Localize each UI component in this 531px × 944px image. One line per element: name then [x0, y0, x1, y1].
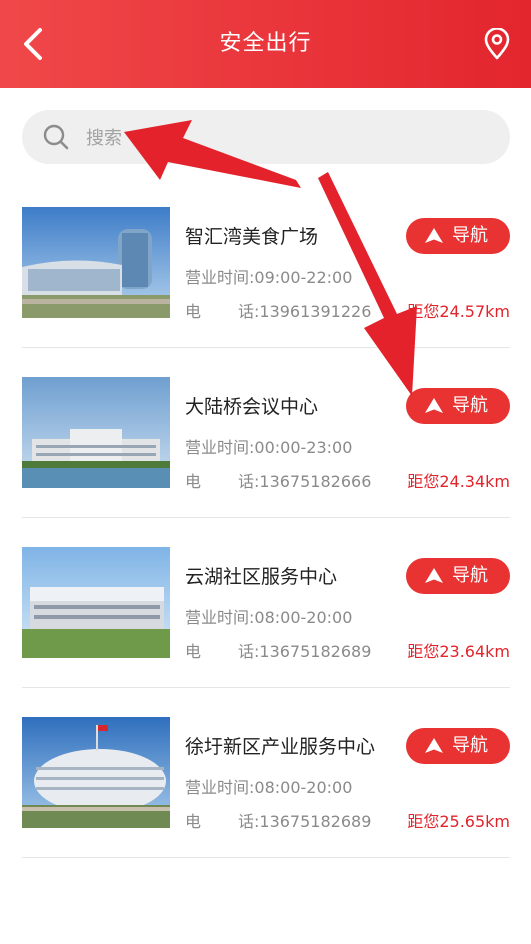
- place-list: 智汇湾美食广场 营业时间:09:00-22:00 电 话:13961391226…: [22, 178, 510, 858]
- search-icon: [43, 124, 69, 150]
- navigation-icon: [425, 398, 443, 413]
- search-input[interactable]: [84, 110, 488, 166]
- distance: 距您24.34km: [407, 472, 510, 491]
- place-photo: [22, 547, 170, 658]
- phone-number[interactable]: 话:13675182689: [238, 808, 371, 832]
- navigation-icon: [425, 568, 443, 583]
- navigate-button[interactable]: 导航: [406, 388, 510, 424]
- navigate-label: 导航: [452, 565, 488, 586]
- business-hours: 营业时间:09:00-22:00: [185, 268, 353, 287]
- navigation-icon: [425, 228, 443, 243]
- distance: 距您23.64km: [407, 642, 510, 661]
- phone-label: 电: [185, 472, 202, 491]
- navigate-button[interactable]: 导航: [406, 558, 510, 594]
- navigate-label: 导航: [452, 735, 488, 756]
- app-header: 安全出行: [0, 0, 531, 88]
- phone-number[interactable]: 话:13961391226: [238, 298, 371, 322]
- navigate-label: 导航: [452, 225, 488, 246]
- phone-label: 电: [185, 812, 202, 831]
- navigation-icon: [425, 738, 443, 753]
- list-item[interactable]: 云湖社区服务中心 营业时间:08:00-20:00 电 话:1367518268…: [22, 518, 510, 688]
- page-title: 安全出行: [219, 31, 312, 56]
- phone-number[interactable]: 话:13675182689: [238, 638, 371, 662]
- place-name: 徐圩新区产业服务中心: [185, 736, 376, 758]
- phone-label: 电: [185, 642, 202, 661]
- place-name: 云湖社区服务中心: [185, 566, 338, 588]
- list-item[interactable]: 智汇湾美食广场 营业时间:09:00-22:00 电 话:13961391226…: [22, 178, 510, 348]
- business-hours: 营业时间:08:00-20:00: [185, 608, 353, 627]
- business-hours: 营业时间:08:00-20:00: [185, 778, 353, 797]
- distance: 距您25.65km: [407, 812, 510, 831]
- location-pin-icon: [484, 27, 510, 60]
- navigate-label: 导航: [452, 395, 488, 416]
- place-photo: [22, 207, 170, 318]
- place-photo: [22, 717, 170, 828]
- business-hours: 营业时间:00:00-23:00: [185, 438, 353, 457]
- search-bar[interactable]: [22, 110, 510, 166]
- distance: 距您24.57km: [407, 302, 510, 321]
- list-item[interactable]: 徐圩新区产业服务中心 营业时间:08:00-20:00 电 话:13675182…: [22, 688, 510, 858]
- place-name: 大陆桥会议中心: [185, 396, 319, 418]
- place-photo: [22, 377, 170, 488]
- phone-label: 电: [185, 302, 202, 321]
- list-item[interactable]: 大陆桥会议中心 营业时间:00:00-23:00 电 话:13675182666…: [22, 348, 510, 518]
- navigate-button[interactable]: 导航: [406, 218, 510, 254]
- place-name: 智汇湾美食广场: [185, 226, 319, 248]
- phone-number[interactable]: 话:13675182666: [238, 468, 371, 492]
- navigate-button[interactable]: 导航: [406, 728, 510, 764]
- location-button[interactable]: [483, 27, 511, 60]
